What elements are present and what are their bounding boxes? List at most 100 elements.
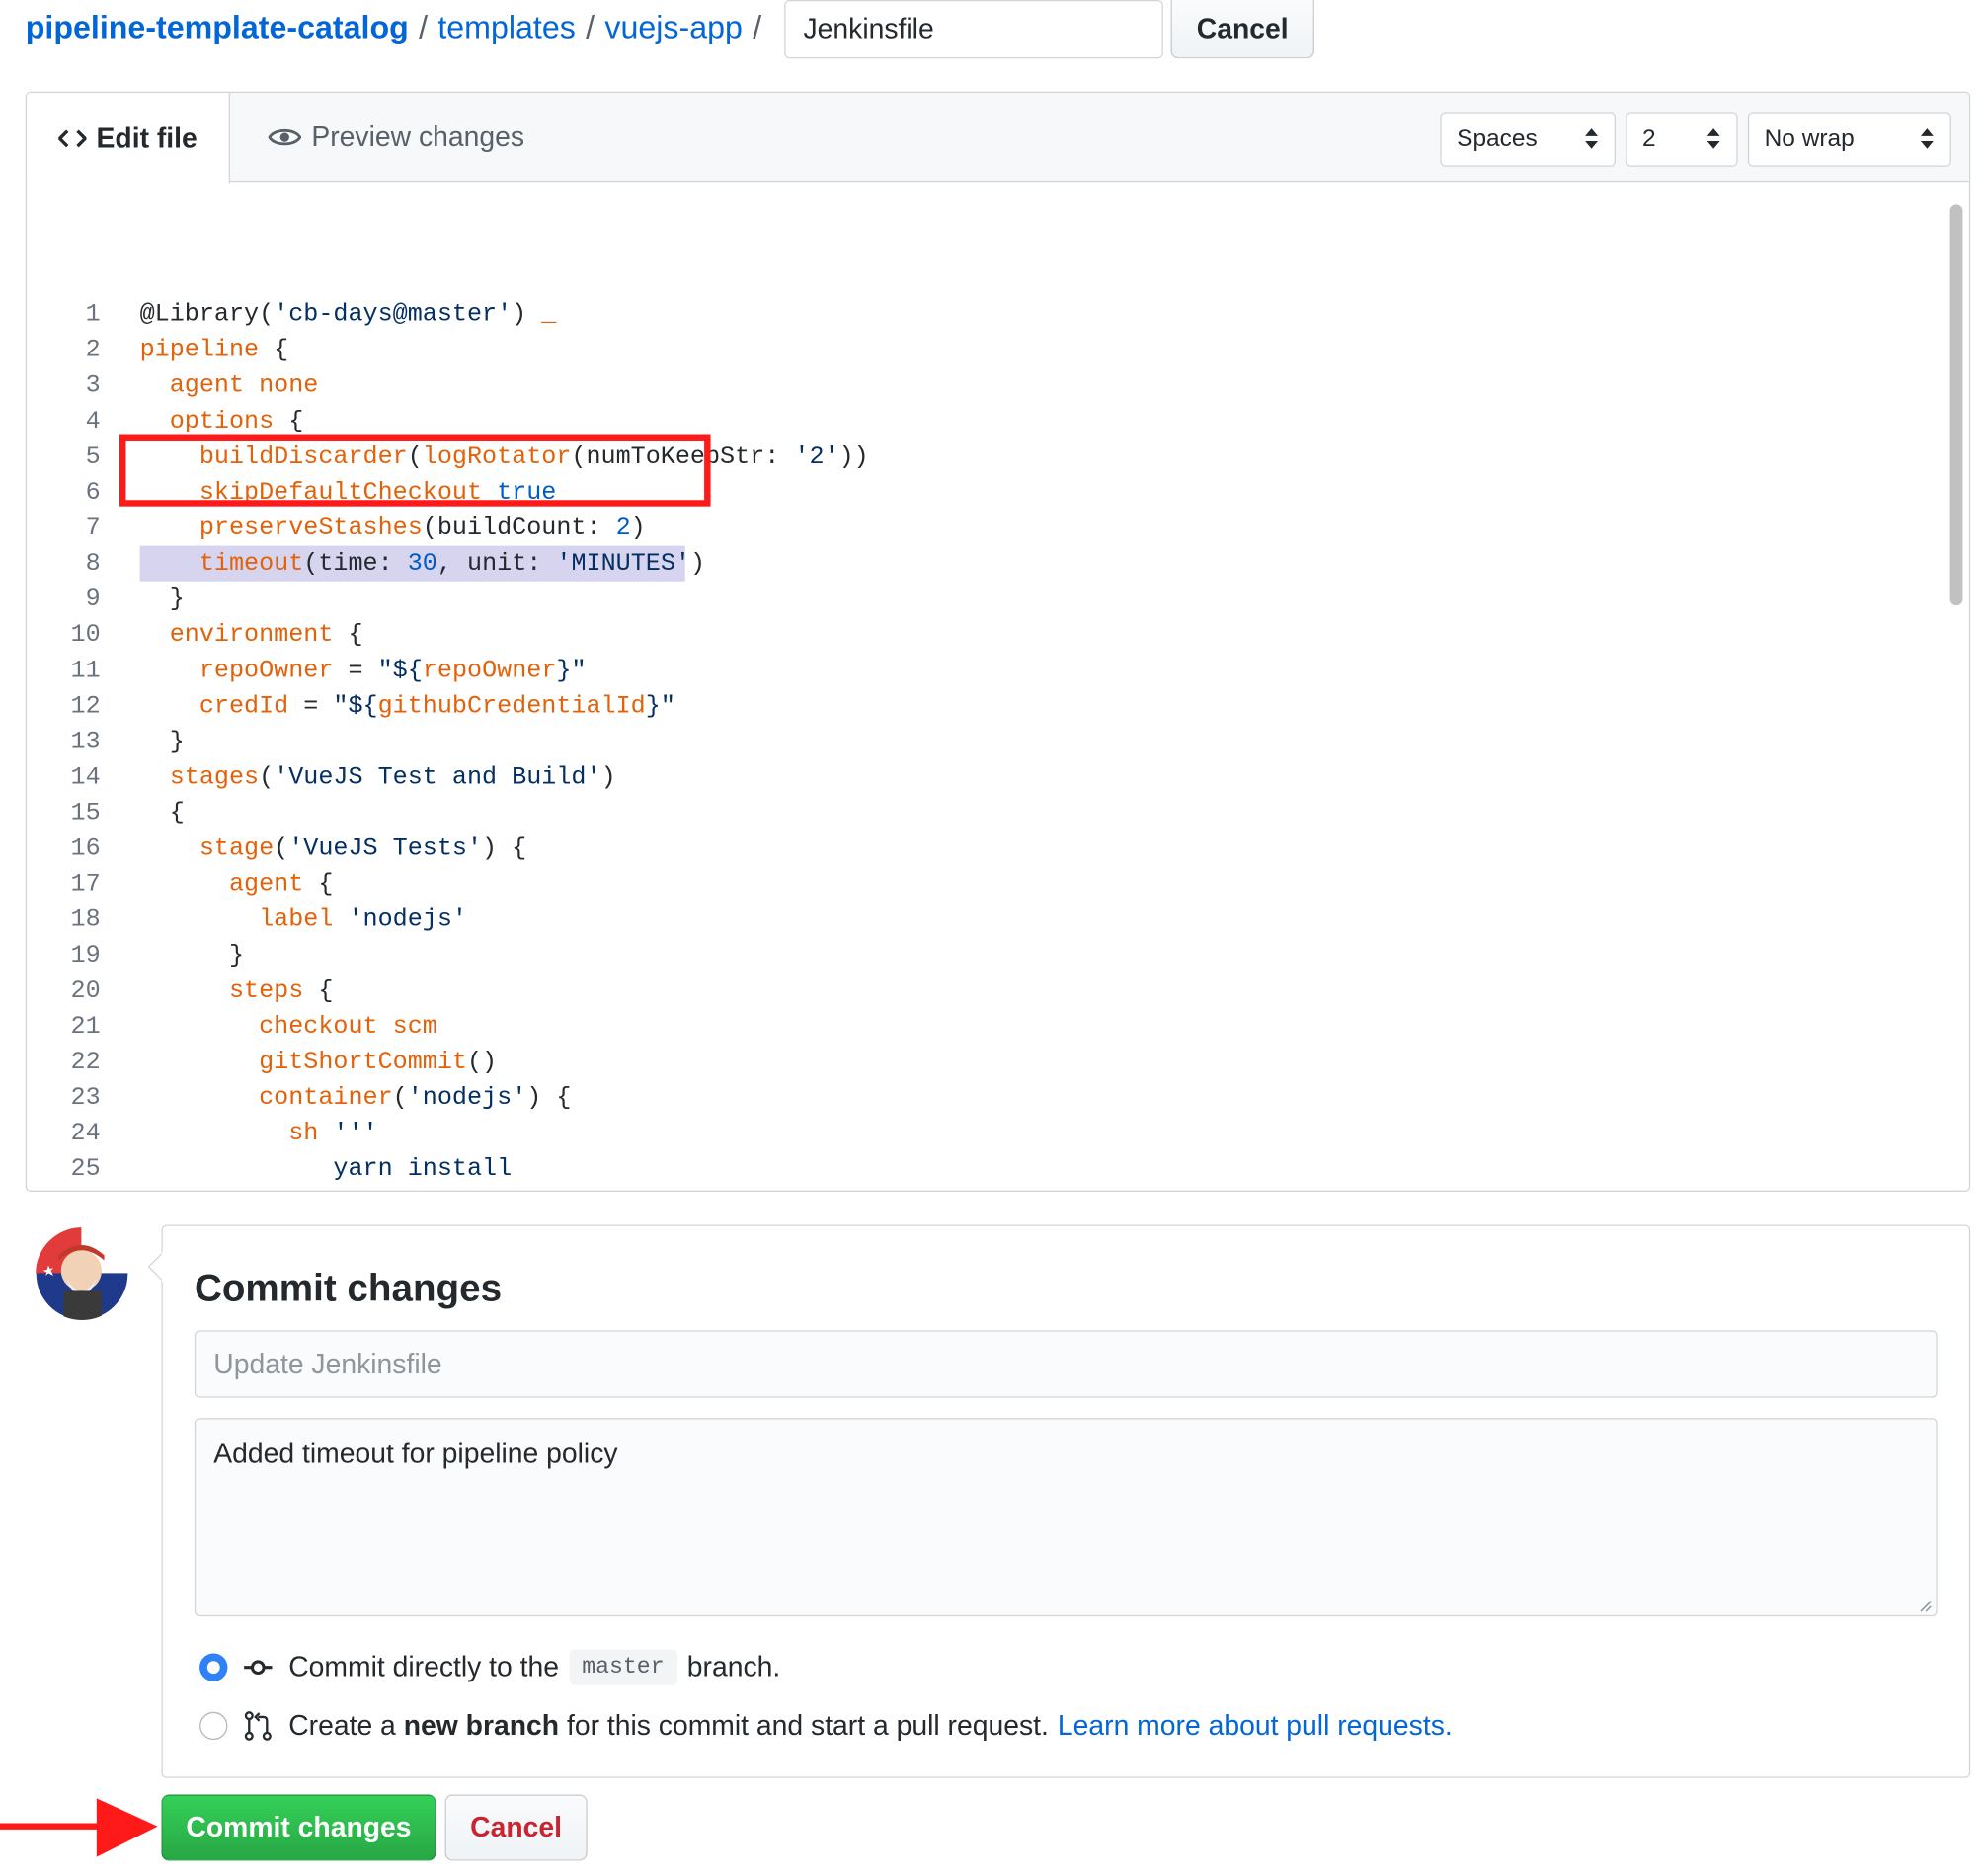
- code-line: 14 stages('VueJS Test and Build'): [27, 759, 1943, 795]
- code-line-highlighted: 8 timeout(time: 30, unit: 'MINUTES'): [27, 545, 1943, 582]
- commit-direct-radio[interactable]: [199, 1653, 228, 1681]
- select-caret-icon: [1584, 126, 1599, 159]
- commit-direct-option[interactable]: Commit directly to the master branch.: [199, 1642, 780, 1693]
- tab-edit-label: Edit file: [96, 121, 198, 154]
- breadcrumb-templates-link[interactable]: templates: [437, 10, 576, 46]
- code-line: 12 credId = "${githubCredentialId}": [27, 688, 1943, 724]
- code-line: 20 steps {: [27, 973, 1943, 1008]
- line-number: 26: [27, 1187, 101, 1192]
- new-branch-option[interactable]: Create a new branch for this commit and …: [199, 1700, 1453, 1752]
- indent-size-select[interactable]: 2: [1626, 112, 1738, 167]
- breadcrumb: pipeline-template-catalog / templates / …: [26, 5, 772, 50]
- line-number: 1: [85, 299, 101, 329]
- code-text: {: [139, 798, 185, 827]
- breadcrumb-separator: /: [419, 9, 429, 45]
- breadcrumb-separator: /: [753, 9, 762, 45]
- code-text: gitShortCommit(): [259, 1048, 498, 1076]
- code-text: agent {: [228, 870, 334, 899]
- commit-direct-suffix: branch.: [686, 1650, 781, 1683]
- cancel-edit-button[interactable]: Cancel: [1170, 0, 1314, 59]
- code-text: label 'nodejs': [259, 905, 468, 934]
- code-line: 2 pipeline {: [27, 332, 1943, 367]
- git-pull-request-icon: [243, 1710, 274, 1741]
- line-number: 22: [70, 1048, 101, 1076]
- code-text: yarn install: [139, 1154, 513, 1183]
- new-branch-prefix: Create a: [288, 1709, 396, 1742]
- commit-box-pointer: [147, 1251, 165, 1283]
- wrap-mode-select[interactable]: No wrap: [1747, 112, 1951, 167]
- code-text: pipeline {: [139, 336, 289, 364]
- file-editor: Edit file Preview changes Spaces 2 No wr…: [25, 91, 1971, 1192]
- indent-mode-value: Spaces: [1457, 124, 1538, 152]
- code-text: container('nodejs') {: [259, 1083, 572, 1112]
- code-text: }: [139, 727, 185, 756]
- code-line: 7 preserveStashes(buildCount: 2): [27, 510, 1943, 546]
- resize-handle-icon[interactable]: [1917, 1597, 1932, 1612]
- avatar: [36, 1227, 129, 1321]
- learn-more-pull-requests-link[interactable]: Learn more about pull requests.: [1058, 1709, 1453, 1742]
- line-number: 20: [70, 977, 101, 1005]
- code-text: credId = "${githubCredentialId}": [198, 691, 675, 721]
- code-line: 22 gitShortCommit(): [27, 1045, 1943, 1080]
- code-icon: [57, 126, 87, 149]
- code-text: environment {: [169, 620, 363, 649]
- code-line: 11 repoOwner = "${repoOwner}": [27, 653, 1943, 688]
- line-number: 3: [85, 371, 101, 400]
- code-line: 18 label 'nodejs': [27, 901, 1943, 937]
- code-text: @Library('cb-days@master') _: [139, 299, 557, 329]
- code-line: 17 agent {: [27, 866, 1943, 901]
- code-editor[interactable]: 1 @Library('cb-days@master') _ 2 pipeline …: [27, 182, 1943, 1192]
- breadcrumb-separator: /: [586, 9, 595, 45]
- new-branch-radio[interactable]: [199, 1711, 228, 1741]
- code-text: options {: [169, 407, 304, 435]
- code-line: 23 container('nodejs') {: [27, 1080, 1943, 1116]
- editor-scrollbar[interactable]: [1949, 204, 1963, 606]
- line-number: 5: [85, 442, 101, 471]
- line-number: 14: [70, 762, 101, 792]
- indent-size-value: 2: [1642, 124, 1656, 152]
- indent-mode-select[interactable]: Spaces: [1440, 112, 1617, 167]
- code-line: 9 }: [27, 582, 1943, 617]
- line-number: 2: [85, 336, 101, 364]
- cancel-button[interactable]: Cancel: [444, 1794, 588, 1861]
- code-text: }: [139, 585, 185, 613]
- branch-name: master: [569, 1649, 677, 1685]
- line-number: 15: [70, 798, 101, 827]
- line-number: 6: [85, 478, 101, 507]
- code-text: }: [139, 941, 245, 970]
- commit-summary-input[interactable]: [194, 1330, 1938, 1398]
- line-number: 7: [85, 513, 101, 542]
- commit-changes-button[interactable]: Commit changes: [161, 1794, 436, 1861]
- line-number: 21: [70, 1012, 101, 1041]
- filename-input[interactable]: [784, 0, 1163, 59]
- line-number: 23: [70, 1083, 101, 1112]
- line-number: 17: [70, 870, 101, 899]
- select-caret-icon: [1705, 126, 1720, 159]
- code-text: timeout(time: 30, unit: 'MINUTES'): [198, 549, 706, 578]
- code-line: 13 }: [27, 724, 1943, 759]
- code-text: yarn test:unit: [140, 1187, 542, 1192]
- code-text: sh ''': [288, 1119, 378, 1147]
- line-number: 4: [85, 407, 101, 435]
- commit-form: Commit changes Added timeout for pipelin…: [161, 1224, 1971, 1778]
- code-line: 26 yarn test:unit: [27, 1187, 1943, 1192]
- tab-preview-changes[interactable]: Preview changes: [268, 93, 524, 182]
- line-number: 18: [70, 905, 101, 934]
- wrap-mode-value: No wrap: [1764, 124, 1855, 152]
- code-text: stage('VueJS Tests') {: [198, 833, 527, 863]
- new-branch-bold: new branch: [403, 1709, 560, 1742]
- tab-edit-file[interactable]: Edit file: [27, 93, 230, 184]
- line-number: 11: [70, 656, 101, 684]
- code-text: agent none: [169, 371, 319, 400]
- breadcrumb-repo-link[interactable]: pipeline-template-catalog: [26, 10, 409, 46]
- code-line: 10 environment {: [27, 617, 1943, 653]
- code-text: steps {: [228, 977, 334, 1005]
- select-caret-icon: [1920, 126, 1935, 159]
- commit-description-input[interactable]: Added timeout for pipeline policy: [194, 1418, 1938, 1617]
- line-number: 16: [70, 833, 101, 863]
- breadcrumb-vuejs-app-link[interactable]: vuejs-app: [604, 10, 743, 46]
- code-line: 16 stage('VueJS Tests') {: [27, 830, 1943, 866]
- commit-direct-label: Commit directly to the: [288, 1650, 560, 1683]
- line-number: 12: [70, 691, 101, 721]
- line-number: 24: [70, 1119, 101, 1147]
